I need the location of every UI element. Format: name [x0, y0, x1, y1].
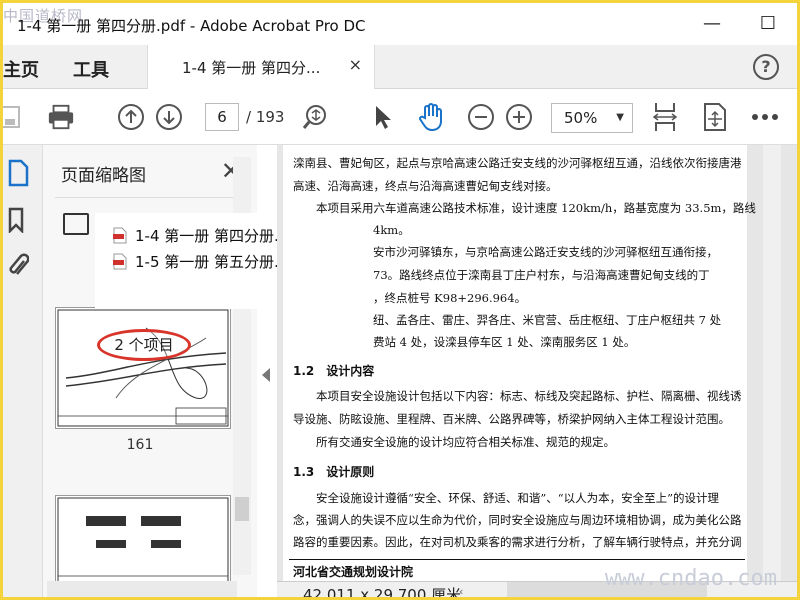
doc-line: 所有交通安全设施的设计均应符合相关标准、规范的规定。: [293, 435, 615, 449]
doc-line: 导设施、防眩设施、里程牌、百米牌、公路界碑等，桥梁护网纳入主体工程设计范围。: [293, 412, 730, 426]
thumbnail-horizontal-scrollbar[interactable]: [47, 581, 237, 597]
zoom-select[interactable]: 50% ▼: [551, 103, 633, 133]
pdf-file-icon: [113, 253, 127, 270]
print-icon[interactable]: [47, 103, 75, 131]
fit-width-icon[interactable]: [651, 103, 679, 131]
doc-line: 高速、沿海高速，终点与沿海高速曹妃甸支线对接。: [293, 179, 558, 193]
collapse-panel-arrow[interactable]: [262, 368, 270, 382]
title-bar: 中国道桥网 1-4 第一册 第四分册.pdf - Adobe Acrobat P…: [3, 3, 797, 45]
page-footer: 河北省交通规划设计院: [293, 565, 414, 579]
doc-line: 安全设施设计遵循“安全、环保、舒适、和谐”、“以人为本，安全至上”的设计理: [293, 491, 720, 505]
zoom-value: 50%: [564, 109, 598, 127]
previous-page-icon[interactable]: [117, 103, 145, 131]
find-text-icon[interactable]: [301, 103, 329, 131]
app-window: 中国道桥网 1-4 第一册 第四分册.pdf - Adobe Acrobat P…: [0, 0, 800, 600]
doc-line: 路容的重要因素。因此，在对司机及乘客的需求进行分析，了解车辆行驶特点，并充分调: [293, 535, 742, 549]
page-thumbnails-icon[interactable]: [7, 159, 33, 187]
site-watermark-bottom: www.cndao.com: [604, 566, 777, 591]
doc-line: 4km。: [373, 223, 410, 237]
section-heading: 1.2 设计内容: [293, 364, 375, 378]
page-dimensions: 42.011 x 29.700 厘米: [303, 586, 462, 600]
document-view[interactable]: 滦南县、曹妃甸区，起点与京哈高速公路迁安支线的沙河驿枢纽互通，沿线依次衔接唐港 …: [277, 145, 797, 600]
doc-line: 安市沙河驿镇东，与京哈高速公路迁安支线的沙河驿枢纽互通衔接，: [373, 245, 718, 259]
panel-divider: [55, 197, 251, 198]
navigation-rail: [3, 145, 43, 597]
page-thumbnail[interactable]: [55, 495, 231, 595]
bookmark-icon[interactable]: [7, 207, 33, 235]
maximize-button[interactable]: ☐: [753, 11, 783, 35]
help-button[interactable]: ?: [753, 54, 779, 80]
doc-line: 费站 4 处，设滦县停车区 1 处、滦南服务区 1 处。: [373, 335, 636, 349]
zoom-in-icon[interactable]: [505, 103, 533, 131]
page-number-input[interactable]: 6: [205, 103, 239, 131]
pdf-file-icon: [113, 227, 127, 244]
page-thumbnail[interactable]: [55, 307, 231, 429]
minimize-button[interactable]: —: [697, 11, 727, 35]
doc-line: 73。路线终点位于滦南县丁庄户村东，与沿海高速曹妃甸支线的丁: [373, 268, 710, 282]
close-tab-button[interactable]: ×: [349, 55, 362, 74]
document-scrollbar[interactable]: [763, 145, 781, 581]
document-tab-label: 1-4 第一册 第四分...: [182, 59, 321, 77]
tab-document[interactable]: 1-4 第一册 第四分... ×: [147, 45, 375, 89]
more-tools-icon[interactable]: [751, 103, 779, 131]
attachment-icon[interactable]: [7, 251, 33, 279]
doc-line: 本项目安全设施设计包括以下内容：标志、标线及突起路标、护栏、隔离栅、视线诱: [293, 389, 742, 403]
thumbnail-page-number: 161: [126, 437, 154, 453]
tab-tools[interactable]: 工具: [73, 56, 109, 82]
section-heading: 1.3 设计原则: [293, 465, 375, 479]
doc-line: 本项目采用六车道高速公路技术标准，设计速度 120km/h，路基宽度为 33.5…: [293, 201, 756, 215]
panel-title: 页面缩略图: [61, 166, 146, 186]
doc-line: ，终点桩号 K98+296.964。: [373, 291, 527, 305]
dragged-file-item: 1-4 第一册 第四分册.pdf: [113, 225, 303, 246]
next-page-icon[interactable]: [155, 103, 183, 131]
select-cursor-icon[interactable]: [369, 103, 397, 131]
page-total: / 193: [246, 108, 285, 126]
dragged-file-item: 1-5 第一册 第五分册.pdf: [113, 251, 303, 272]
scrollbar-thumb[interactable]: [235, 497, 249, 521]
fit-page-icon[interactable]: [701, 103, 729, 131]
chevron-down-icon: ▼: [616, 112, 624, 123]
window-title: 1-4 第一册 第四分册.pdf - Adobe Acrobat Pro DC: [17, 17, 366, 35]
doc-line: 纽、孟各庄、雷庄、羿各庄、米官营、岳庄枢纽、丁庄户枢纽共 7 处: [373, 313, 722, 327]
scroll-left-arrow[interactable]: ‹: [459, 585, 463, 597]
tab-home[interactable]: 主页: [3, 56, 39, 82]
item-count-badge: 2 个项目: [97, 329, 191, 361]
thumbnail-options-icon[interactable]: [63, 213, 89, 235]
footer-rule: [289, 559, 745, 560]
doc-line: 滦南县、曹妃甸区，起点与京哈高速公路迁安支线的沙河驿枢纽互通，沿线依次衔接唐港: [293, 156, 742, 170]
bridge-drawing-thumbnail: [57, 497, 229, 593]
save-icon[interactable]: [3, 103, 25, 131]
document-page: 滦南县、曹妃甸区，起点与京哈高速公路迁安支线的沙河驿枢纽互通，沿线依次衔接唐港 …: [283, 145, 756, 597]
hand-tool-icon[interactable]: [417, 103, 445, 132]
main-toolbar: 6 / 193 50% ▼: [3, 89, 797, 145]
interchange-drawing-thumbnail: [57, 309, 229, 427]
zoom-out-icon[interactable]: [467, 103, 495, 131]
doc-line: 念，强调人的失误不应以生命为代价，同时安全设施应与周边环境相协调，成为美化公路: [293, 513, 742, 527]
tab-bar: 主页 工具 1-4 第一册 第四分... × ?: [3, 45, 797, 89]
